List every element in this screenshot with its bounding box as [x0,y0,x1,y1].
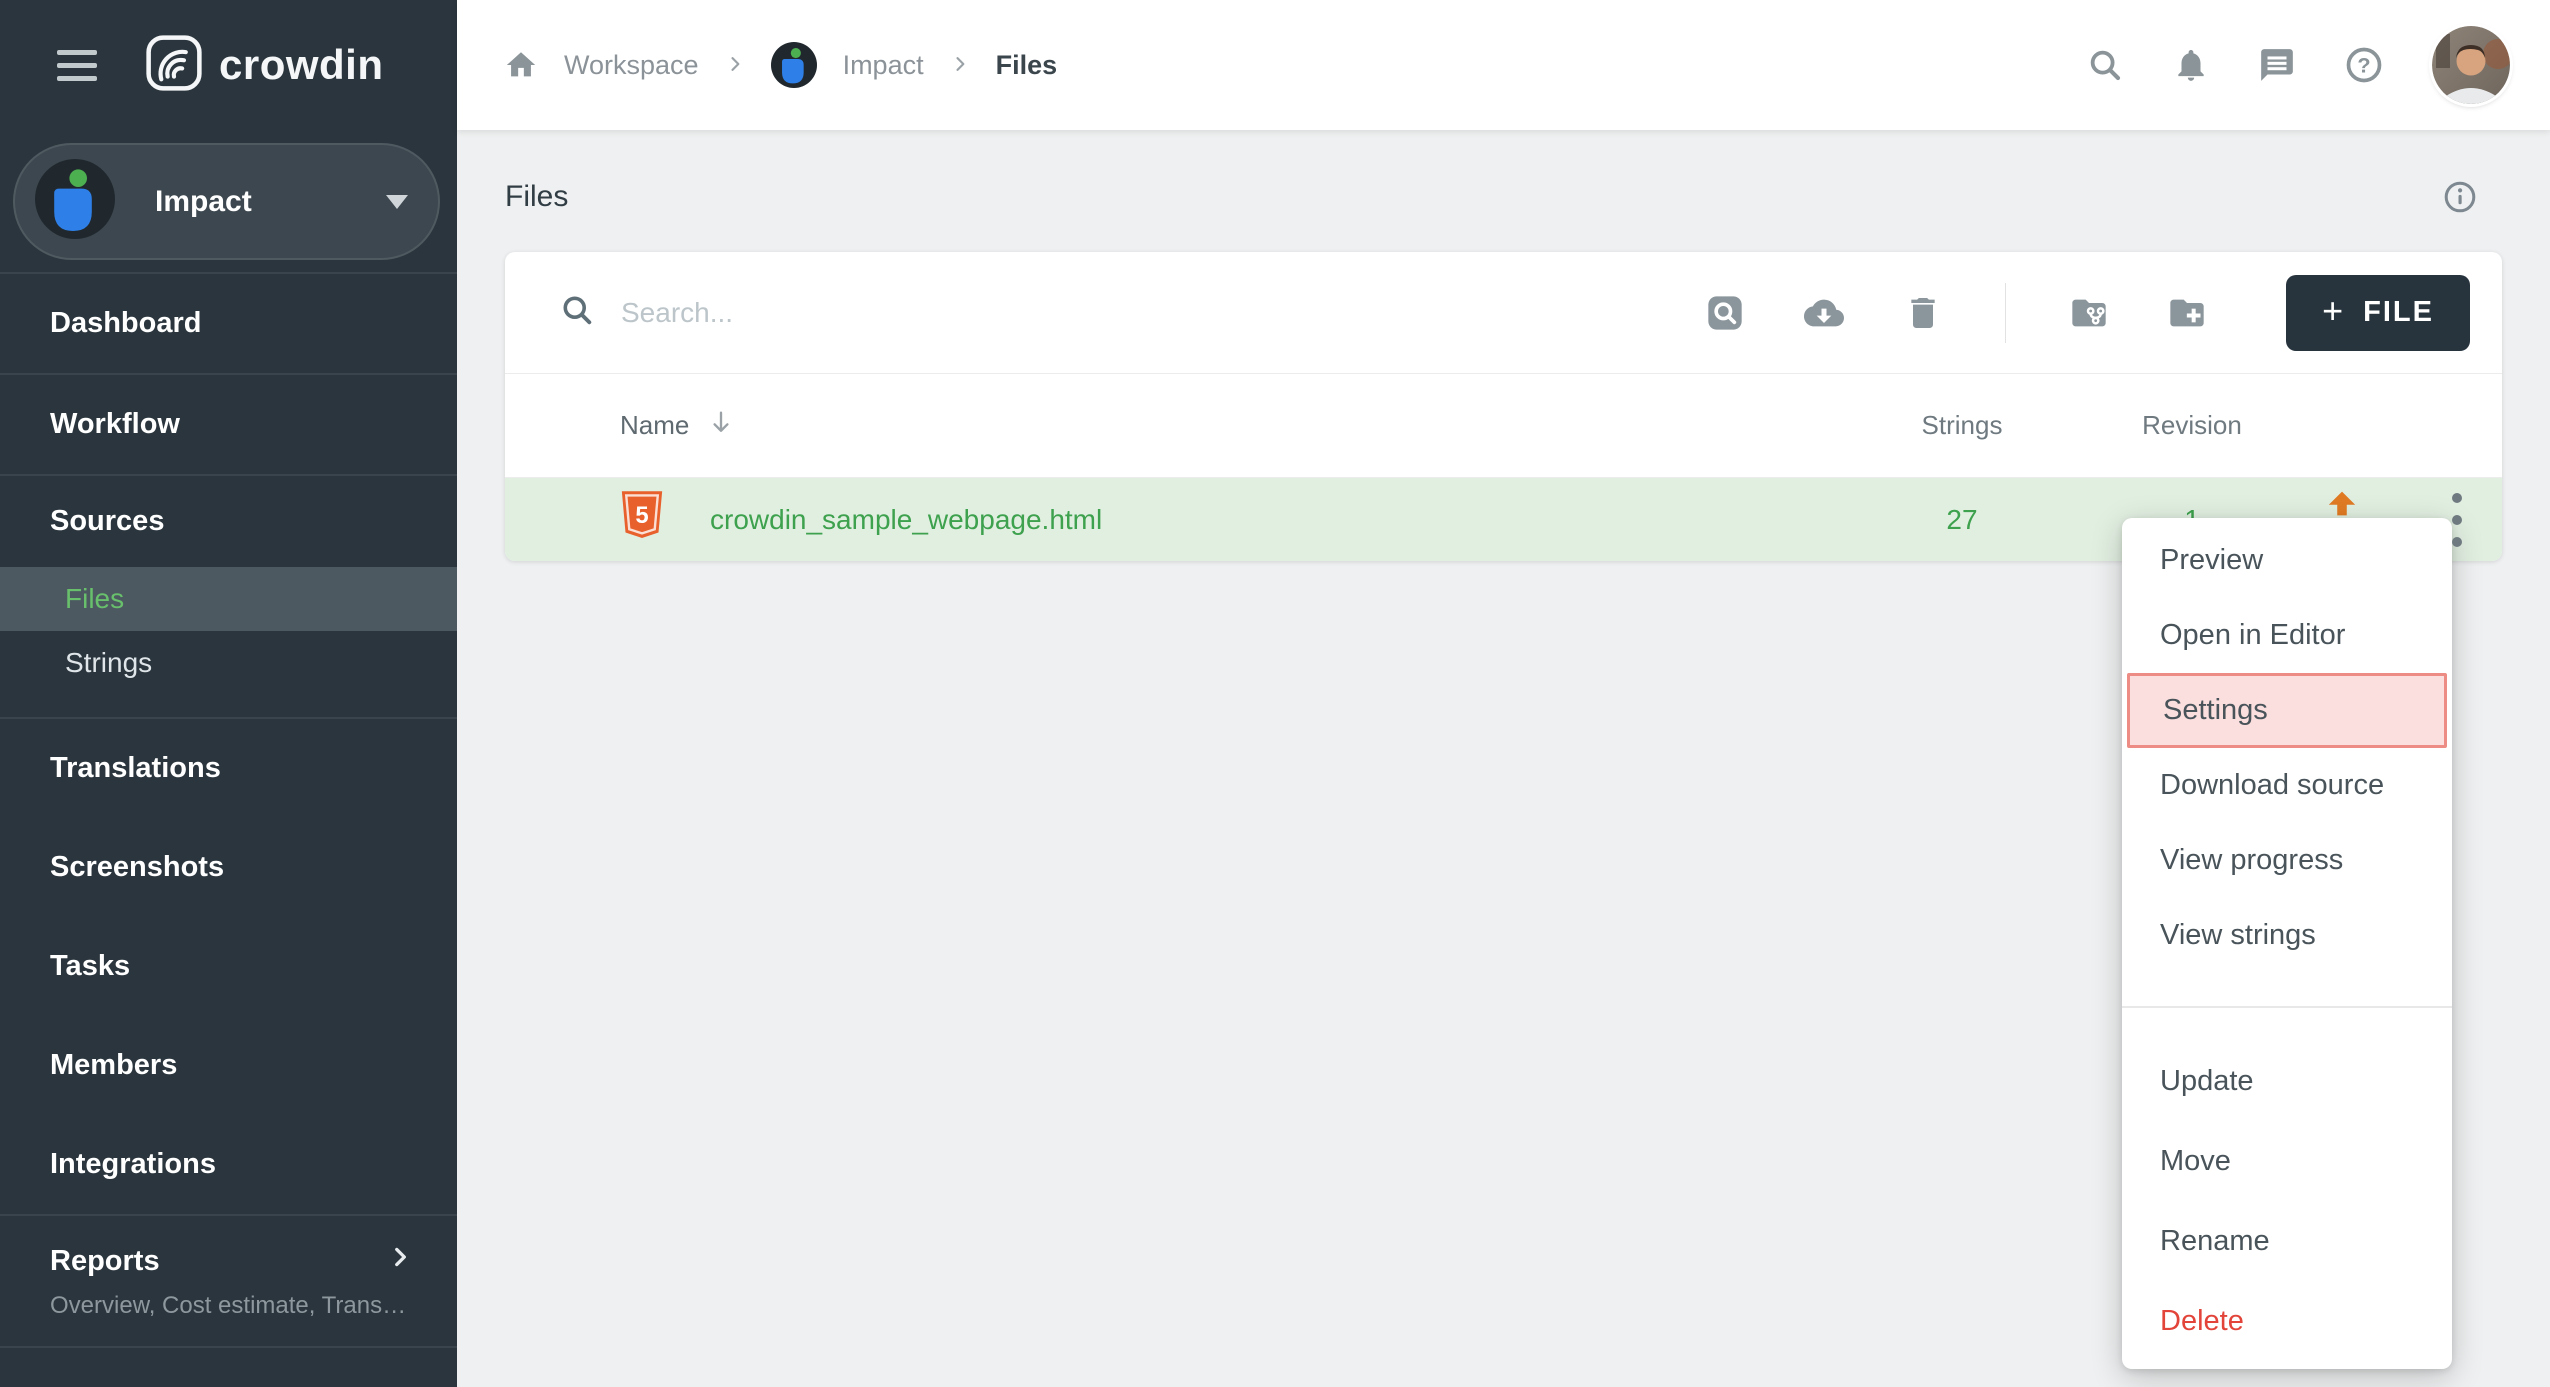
user-avatar[interactable] [2432,26,2510,104]
spacer [0,695,457,717]
files-toolbar: + FILE [505,252,2502,374]
project-logo [35,159,115,244]
menu-item-delete[interactable]: Delete [2122,1281,2452,1361]
column-header-revision: Revision [2112,410,2272,441]
plus-icon: + [2322,290,2345,332]
add-file-button[interactable]: + FILE [2286,275,2470,351]
files-card: + FILE Name Strings [505,252,2502,561]
sidebar-item-tasks[interactable]: Tasks [0,917,457,1016]
column-header-name[interactable]: Name [620,408,735,443]
sidebar: crowdin Impact Dashboard Workflow Source… [0,0,457,1387]
sidebar-item-dashboard[interactable]: Dashboard [0,274,457,373]
sidebar-item-reports[interactable]: Reports Overview, Cost estimate, Transl… [0,1216,457,1346]
sidebar-nav: Dashboard Workflow Sources Files Strings… [0,274,457,1387]
menu-item-view-strings[interactable]: View strings [2122,898,2452,973]
toolbar-divider [2005,283,2006,343]
file-context-menu: Preview Open in Editor Settings Download… [2122,518,2452,1369]
sidebar-item-files[interactable]: Files [0,567,457,631]
sidebar-item-workflow[interactable]: Workflow [0,375,457,474]
table-header: Name Strings Revision [505,374,2502,478]
toolbar-actions: + FILE [1705,275,2470,351]
home-icon[interactable] [504,48,538,82]
reports-subtitle: Overview, Cost estimate, Transl… [0,1292,457,1320]
sidebar-item-sources[interactable]: Sources [0,476,457,567]
sidebar-item-translations[interactable]: Translations [0,719,457,818]
menu-item-preview[interactable]: Preview [2122,523,2452,598]
info-icon[interactable] [2442,179,2478,215]
menu-item-download-source[interactable]: Download source [2122,748,2452,823]
crowdin-logo-text: crowdin [219,41,384,89]
svg-text:?: ? [2357,53,2370,78]
add-file-button-label: FILE [2363,296,2434,329]
menu-icon[interactable] [57,50,97,81]
menu-item-view-progress[interactable]: View progress [2122,823,2452,898]
search-icon [559,292,595,333]
search-icon[interactable] [2086,46,2124,84]
notifications-bell-icon[interactable] [2172,46,2210,84]
messages-chat-icon[interactable] [2258,46,2296,84]
menu-item-open-in-editor[interactable]: Open in Editor [2122,598,2452,673]
page-title: Files [505,180,568,214]
menu-item-rename[interactable]: Rename [2122,1201,2452,1281]
file-name-link[interactable]: crowdin_sample_webpage.html [710,504,1102,536]
html5-file-icon: 5 [620,491,664,548]
chevron-down-icon [386,195,408,220]
crowdin-logo-icon [145,34,203,97]
menu-item-update[interactable]: Update [2122,1041,2452,1121]
search-field [559,292,1705,333]
download-translations-icon[interactable] [1801,293,1847,333]
menu-item-settings[interactable]: Settings [2127,673,2447,748]
page-header: Files [505,178,2502,216]
content: Files [457,130,2550,561]
breadcrumb-current: Files [996,50,1058,81]
add-branch-icon[interactable] [2068,293,2110,333]
svg-text:5: 5 [635,502,648,529]
find-in-files-icon[interactable] [1705,293,1745,333]
chevron-right-icon [950,50,970,81]
sidebar-header: crowdin [0,0,457,130]
breadcrumb-workspace[interactable]: Workspace [564,50,699,81]
chevron-right-icon [725,50,745,81]
project-avatar [771,42,817,88]
sidebar-item-strings[interactable]: Strings [0,631,457,695]
sidebar-item-members[interactable]: Members [0,1016,457,1115]
row-menu-kebab-icon[interactable] [2450,489,2464,551]
add-folder-icon[interactable] [2166,293,2208,333]
breadcrumb-project[interactable]: Impact [843,50,924,81]
crowdin-logo[interactable]: crowdin [145,34,384,97]
file-strings-count: 27 [1812,504,2112,536]
divider [0,1346,457,1348]
delete-trash-icon[interactable] [1903,293,1943,333]
search-input[interactable] [621,297,1705,329]
topbar: Workspace Impact Files [457,0,2550,130]
topbar-actions: ? [2086,26,2510,104]
sidebar-item-integrations[interactable]: Integrations [0,1115,457,1214]
project-name: Impact [155,185,252,219]
column-header-strings: Strings [1812,410,2112,441]
sidebar-item-screenshots[interactable]: Screenshots [0,818,457,917]
breadcrumb: Workspace Impact Files [504,42,1057,88]
menu-item-move[interactable]: Move [2122,1121,2452,1201]
project-selector[interactable]: Impact [13,143,440,260]
chevron-right-icon [387,1244,413,1278]
help-icon[interactable]: ? [2344,45,2384,85]
sort-desc-icon [707,408,735,443]
menu-divider [2122,1006,2452,1008]
reports-label: Reports [50,1245,160,1278]
